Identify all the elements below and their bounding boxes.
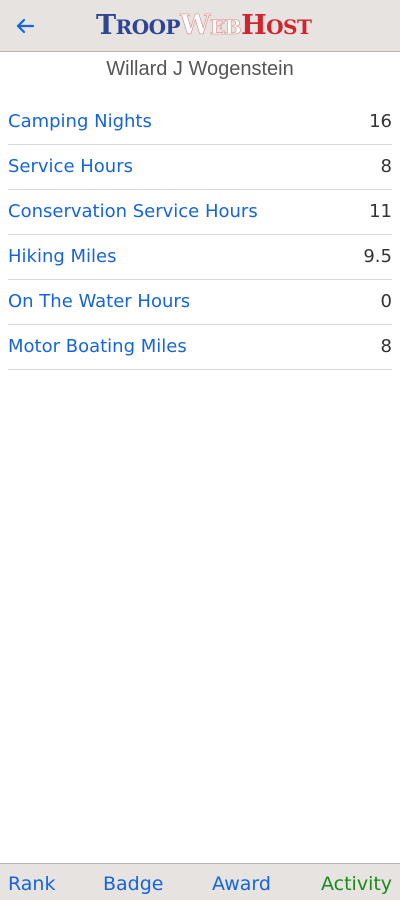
- activity-value: 0: [380, 291, 392, 312]
- arrow-left-icon: [16, 18, 35, 34]
- activity-label[interactable]: Motor Boating Miles: [8, 336, 187, 357]
- back-button[interactable]: [10, 11, 40, 41]
- activity-value: 8: [380, 336, 392, 357]
- activity-row-on-the-water-hours[interactable]: On The Water Hours 0: [8, 280, 392, 325]
- activity-label[interactable]: Service Hours: [8, 156, 133, 177]
- activity-value: 16: [369, 111, 392, 132]
- activity-label[interactable]: Camping Nights: [8, 111, 152, 132]
- tab-award[interactable]: Award: [212, 873, 271, 895]
- activity-label[interactable]: On The Water Hours: [8, 291, 190, 312]
- activity-label[interactable]: Hiking Miles: [8, 246, 117, 267]
- activity-value: 11: [369, 201, 392, 222]
- member-name: Willard J Wogenstein: [106, 58, 294, 80]
- activity-value: 8: [380, 156, 392, 177]
- activity-row-service-hours[interactable]: Service Hours 8: [8, 145, 392, 190]
- activity-row-conservation-service-hours[interactable]: Conservation Service Hours 11: [8, 190, 392, 235]
- header-bar: TROOPWEBHOST: [0, 0, 400, 52]
- activity-label[interactable]: Conservation Service Hours: [8, 201, 258, 222]
- activity-row-camping-nights[interactable]: Camping Nights 16: [8, 100, 392, 145]
- troopwebhost-logo: TROOPWEBHOST: [96, 10, 312, 42]
- app-root: TROOPWEBHOST Willard J Wogenstein Campin…: [0, 0, 400, 900]
- tab-rank[interactable]: Rank: [8, 873, 55, 895]
- activity-row-hiking-miles[interactable]: Hiking Miles 9.5: [8, 235, 392, 280]
- bottom-tab-bar: Rank Badge Award Activity: [0, 863, 400, 900]
- tab-activity[interactable]: Activity: [321, 873, 392, 895]
- activity-row-motor-boating-miles[interactable]: Motor Boating Miles 8: [8, 325, 392, 370]
- activity-value: 9.5: [363, 246, 392, 267]
- activity-list: Camping Nights 16 Service Hours 8 Conser…: [8, 100, 392, 370]
- tab-badge[interactable]: Badge: [103, 873, 164, 895]
